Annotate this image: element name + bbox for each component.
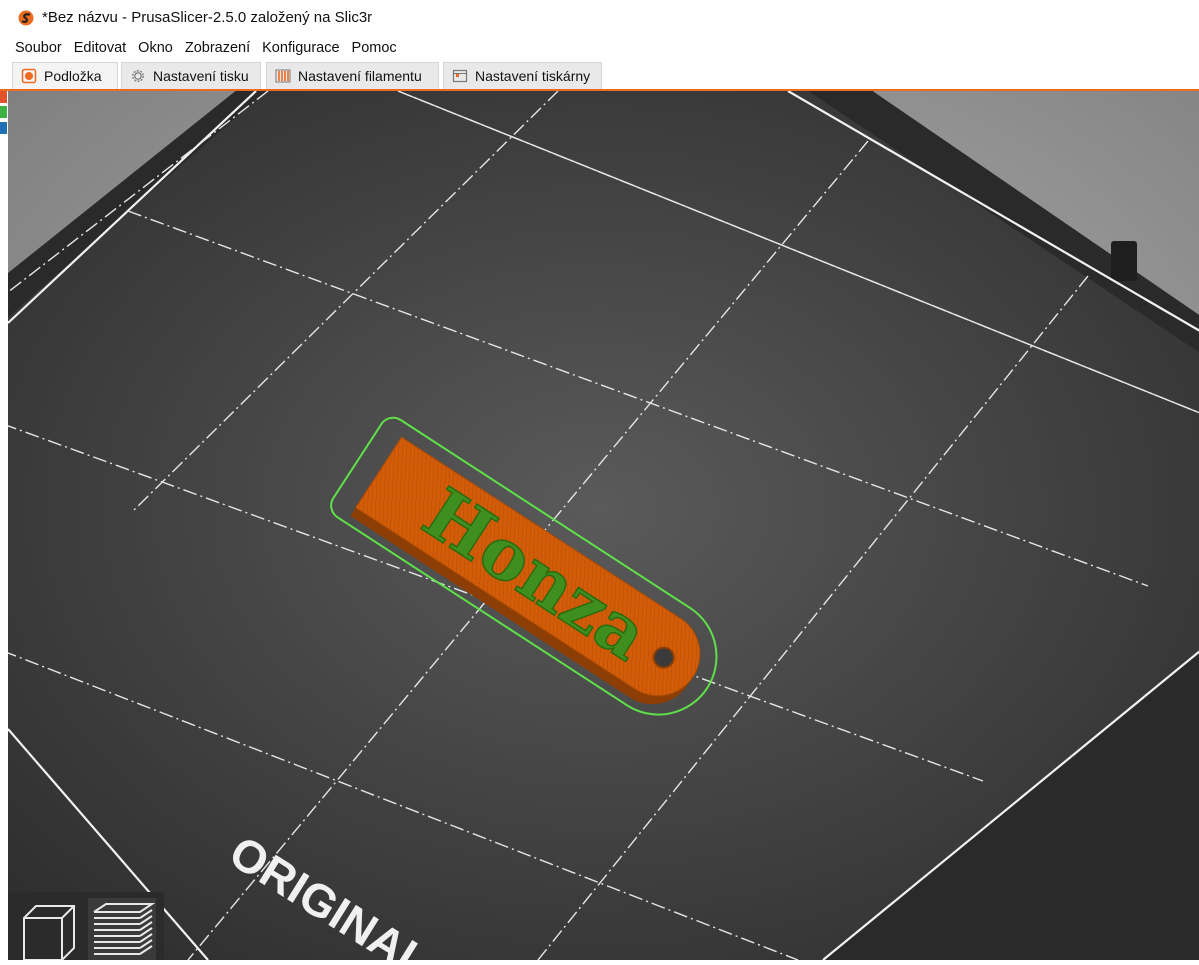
menu-file[interactable]: Soubor [9, 36, 68, 60]
tab-plater[interactable]: Podložka [12, 62, 118, 92]
toolbar-chip-icon[interactable] [0, 122, 7, 134]
left-toolbar-edge [0, 91, 8, 960]
tab-label: Nastavení tisku [153, 68, 249, 84]
bed-clip [1111, 241, 1137, 281]
tab-bar: Podložka Nastavení tisku Nastavení filam… [0, 60, 1199, 92]
toolbar-chip-icon[interactable] [0, 106, 7, 118]
toolbar-chip-icon[interactable] [0, 91, 7, 103]
gear-icon [132, 70, 144, 82]
layers-icon [93, 903, 156, 955]
cube-icon [23, 905, 75, 961]
printer-icon [452, 69, 468, 83]
view-toolbar [8, 892, 164, 961]
tab-filament-settings[interactable]: Nastavení filamentu [266, 62, 439, 89]
window-title: *Bez názvu - PrusaSlicer-2.5.0 založený … [42, 9, 373, 26]
preview-button[interactable] [88, 898, 156, 960]
menu-view[interactable]: Zobrazení [179, 36, 256, 60]
tab-label: Podložka [44, 68, 102, 84]
menu-bar: Soubor Editovat Okno Zobrazení Konfigura… [0, 36, 1199, 60]
spool-icon [275, 69, 291, 83]
tab-label: Nastavení filamentu [298, 68, 422, 84]
menu-help[interactable]: Pomoc [346, 36, 403, 60]
title-bar: *Bez názvu - PrusaSlicer-2.5.0 založený … [0, 0, 1199, 36]
tab-label: Nastavení tiskárny [475, 68, 591, 84]
menu-configuration[interactable]: Konfigurace [256, 36, 345, 60]
3d-viewport[interactable]: ORIGINAL Honza [8, 91, 1199, 960]
prusaslicer-logo-icon [18, 10, 34, 26]
bed-scene: ORIGINAL Honza [8, 91, 1199, 960]
plater-icon [21, 68, 37, 84]
tab-printer-settings[interactable]: Nastavení tiskárny [443, 62, 602, 89]
menu-window[interactable]: Okno [132, 36, 179, 60]
tab-print-settings[interactable]: Nastavení tisku [121, 62, 261, 89]
3d-view-button[interactable] [14, 898, 82, 961]
menu-edit[interactable]: Editovat [68, 36, 132, 60]
